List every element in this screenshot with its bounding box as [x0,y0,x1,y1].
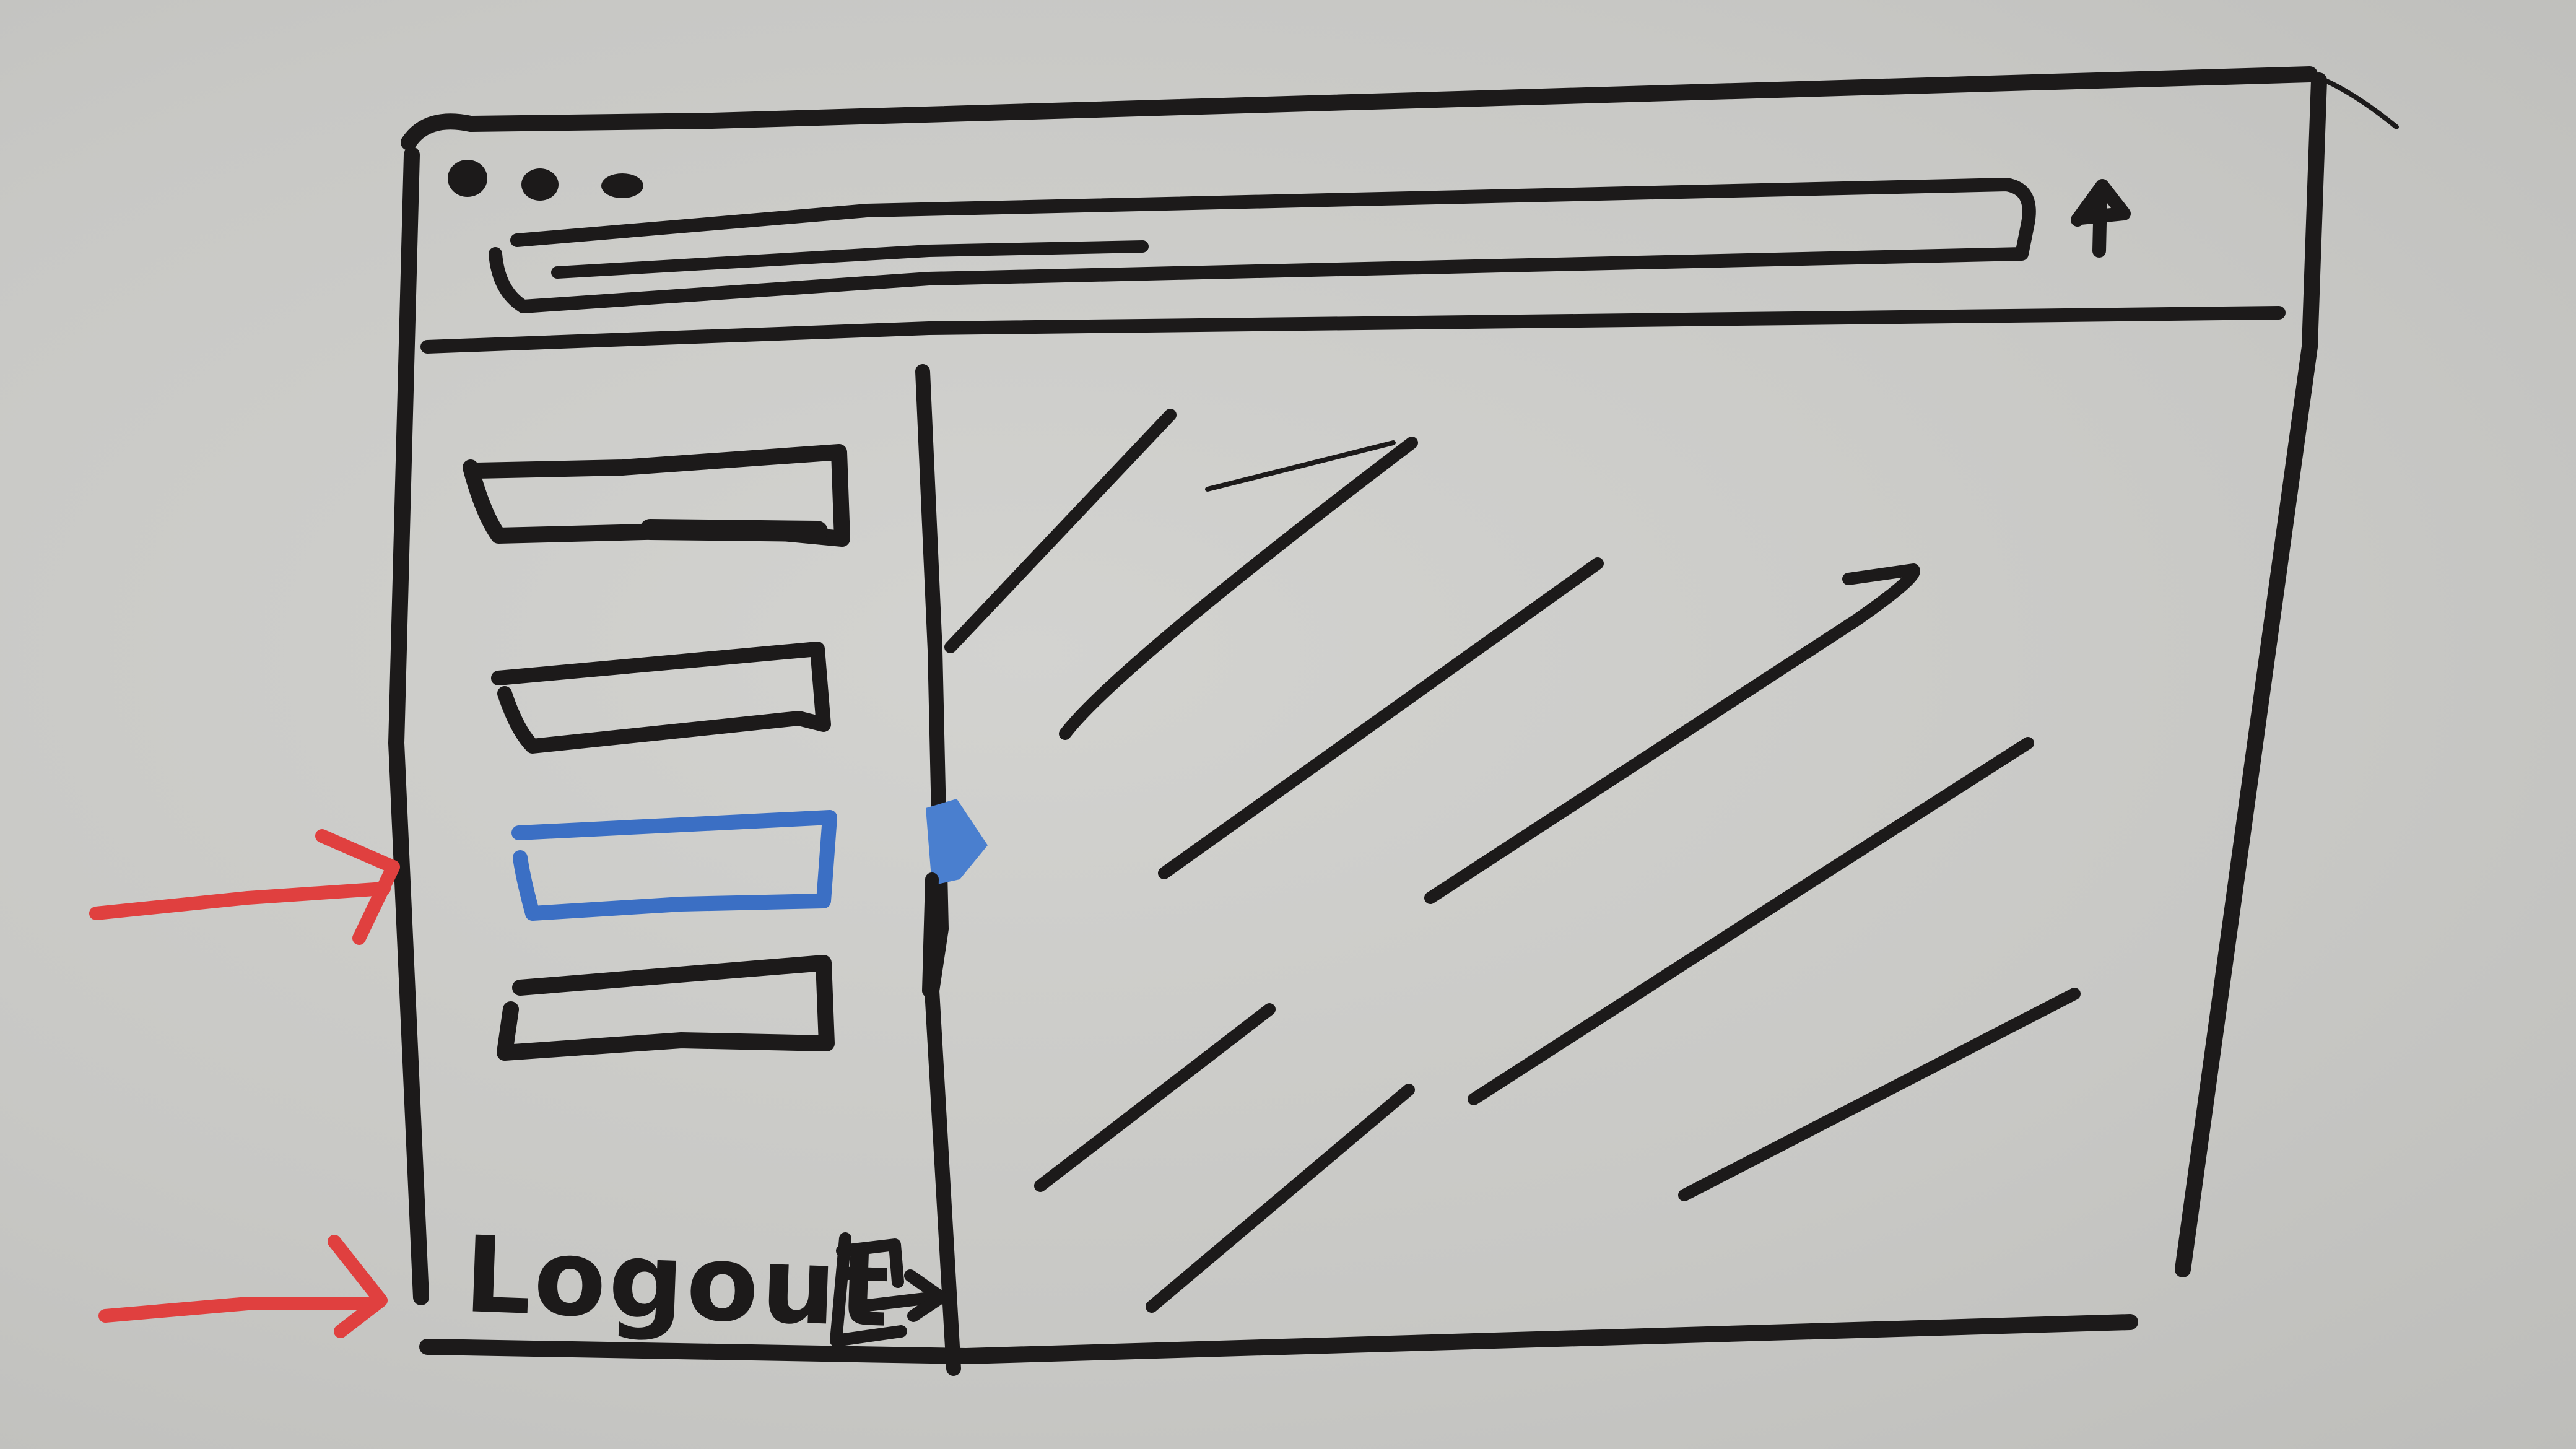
content-placeholder [944,409,2081,1313]
sidebar-item-2[interactable] [491,642,831,754]
collapse-triangle-icon[interactable] [922,799,988,998]
address-bar-text-line [551,240,1149,279]
window-dot-icon[interactable] [521,168,559,201]
logout-button[interactable]: Logout [463,1214,894,1351]
window-dot-icon[interactable] [601,173,643,198]
sidebar-item-1[interactable] [463,444,850,547]
sidebar-item-3-selected[interactable] [511,810,837,921]
address-bar[interactable] [489,178,2036,313]
whiteboard: Logout [0,0,2576,1449]
window-controls[interactable] [448,160,643,201]
upload-arrow-icon[interactable] [2071,179,2131,258]
header-divider [420,306,2286,354]
window-dot-icon[interactable] [448,160,487,197]
annotation-arrows [89,829,400,1338]
sidebar-item-4[interactable] [497,955,835,1061]
red-arrow-icon [89,829,400,945]
wireframe-sketch [89,66,2399,1376]
red-arrow-icon [98,1235,388,1338]
